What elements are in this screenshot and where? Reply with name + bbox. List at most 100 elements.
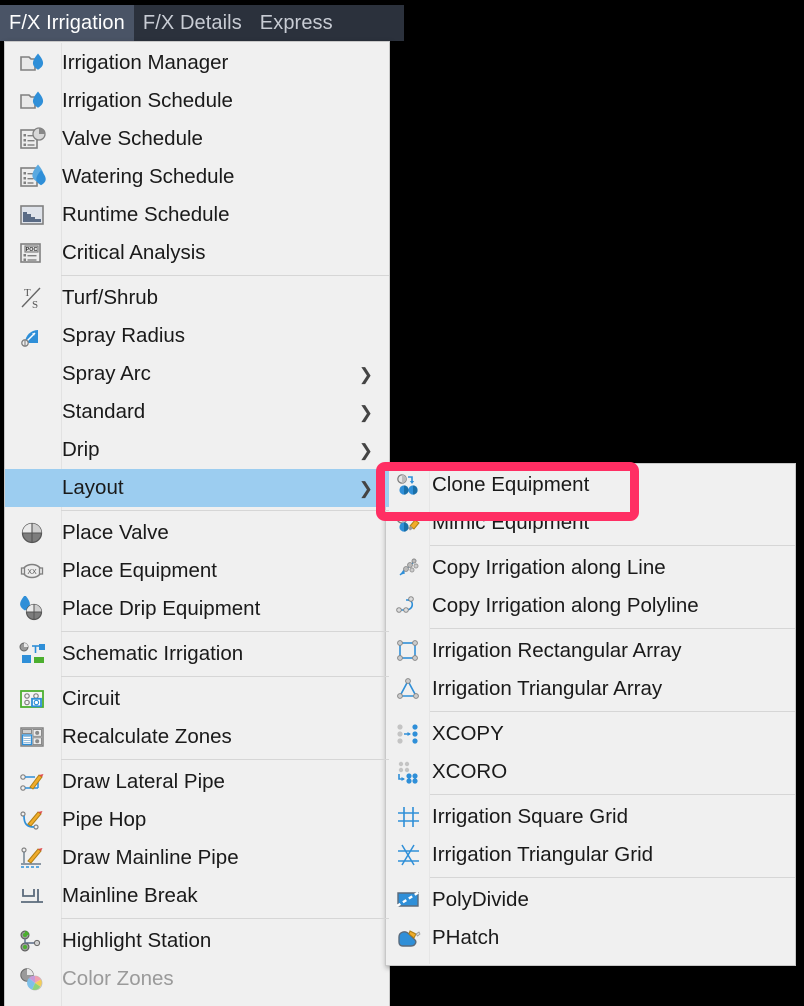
- menu-item-layout[interactable]: Layout ❯: [5, 469, 389, 507]
- menu-item-standard[interactable]: Standard ❯: [5, 393, 389, 431]
- menu-separator: [430, 711, 795, 712]
- menu-item-mainline-break[interactable]: Mainline Break: [5, 877, 389, 915]
- menu-item-pipe-hop[interactable]: Pipe Hop: [5, 801, 389, 839]
- menu-item-label: Irrigation Schedule: [62, 89, 233, 112]
- menu-item-place-equipment[interactable]: XX Place Equipment: [5, 552, 389, 590]
- menu-item-label: Place Valve: [62, 521, 169, 544]
- menu-item-label: Draw Mainline Pipe: [62, 846, 239, 869]
- rect-array-icon: [392, 635, 426, 667]
- menu-separator: [430, 628, 795, 629]
- menu-item-label: XCORO: [432, 760, 508, 783]
- menu-item-label: Valve Schedule: [62, 127, 203, 150]
- clone-equipment-icon: [392, 469, 426, 501]
- menu-separator: [61, 275, 389, 276]
- menu-item-polydivide[interactable]: PolyDivide: [386, 881, 795, 919]
- svg-text:S: S: [32, 299, 38, 311]
- menu-item-draw-mainline-pipe[interactable]: Draw Mainline Pipe: [5, 839, 389, 877]
- menu-item-critical-analysis[interactable]: POC Critical Analysis: [5, 234, 389, 272]
- xcopy-icon: [392, 718, 426, 750]
- menu-separator: [61, 510, 389, 511]
- menu-item-label: Irrigation Rectangular Array: [432, 639, 682, 662]
- circuit-icon: [13, 683, 53, 715]
- tri-grid-icon: [392, 839, 426, 871]
- chevron-right-icon: ❯: [358, 364, 373, 384]
- menu-item-label: Copy Irrigation along Polyline: [432, 594, 699, 617]
- svg-text:POC: POC: [26, 247, 38, 253]
- menu-separator: [430, 877, 795, 878]
- menu-item-schematic-irrigation[interactable]: Schematic Irrigation: [5, 635, 389, 673]
- menubar-item-f-x-details[interactable]: F/X Details: [134, 5, 251, 41]
- menu-item-label: Recalculate Zones: [62, 725, 232, 748]
- menu-item-clone-equipment[interactable]: Clone Equipment: [386, 466, 795, 504]
- mainline-pipe-icon: [13, 842, 53, 874]
- chevron-right-icon: ❯: [358, 402, 373, 422]
- menu-item-recalculate-zones[interactable]: Recalculate Zones: [5, 718, 389, 756]
- folder-drop-icon: [13, 47, 53, 79]
- menu-item-phatch[interactable]: PHatch: [386, 919, 795, 957]
- xcoro-icon: [392, 756, 426, 788]
- menu-item-copy-irrigation-along-polyline[interactable]: Copy Irrigation along Polyline: [386, 587, 795, 625]
- layout-submenu: Clone Equipment Mimic Equipment Copy Irrig…: [385, 463, 796, 966]
- menu-item-label: Runtime Schedule: [62, 203, 230, 226]
- menu-item-spray-arc[interactable]: Spray Arc ❯: [5, 355, 389, 393]
- menu-item-drip[interactable]: Drip ❯: [5, 431, 389, 469]
- menu-item-highlight-station[interactable]: Highlight Station: [5, 922, 389, 960]
- menu-bar: F/X Irrigation F/X Details Express: [0, 5, 404, 41]
- drip-valve-icon: [13, 593, 53, 625]
- menu-item-runtime-schedule[interactable]: Runtime Schedule: [5, 196, 389, 234]
- folder-drop-icon: [13, 85, 53, 117]
- menu-item-label: Irrigation Manager: [62, 51, 229, 74]
- menu-item-copy-irrigation-along-line[interactable]: Copy Irrigation along Line: [386, 549, 795, 587]
- menu-item-label: Pipe Hop: [62, 808, 147, 831]
- menu-item-irrigation-schedule[interactable]: Irrigation Schedule: [5, 82, 389, 120]
- main-menu-list: Irrigation Manager Irrigation Schedule Val…: [5, 42, 389, 1000]
- menu-item-irrigation-square-grid[interactable]: Irrigation Square Grid: [386, 798, 795, 836]
- screen-root: F/X Irrigation F/X Details Express Irrigat…: [0, 0, 804, 1006]
- menu-item-spray-radius[interactable]: Spray Radius: [5, 317, 389, 355]
- menu-item-label: PolyDivide: [432, 888, 529, 911]
- menu-separator: [61, 918, 389, 919]
- menu-item-circuit[interactable]: Circuit: [5, 680, 389, 718]
- fx-irrigation-dropdown: Irrigation Manager Irrigation Schedule Val…: [4, 41, 390, 1006]
- menu-item-turf-shrub[interactable]: T S Turf/Shrub: [5, 279, 389, 317]
- menu-item-label: Watering Schedule: [62, 165, 235, 188]
- menu-item-label: XCOPY: [432, 722, 504, 745]
- color-zones-icon: [13, 963, 53, 995]
- menu-item-irrigation-rectangular-array[interactable]: Irrigation Rectangular Array: [386, 632, 795, 670]
- menu-item-label: Color Zones: [62, 967, 174, 990]
- turf-shrub-icon: TS: [13, 282, 53, 314]
- menu-item-place-drip-equipment[interactable]: Place Drip Equipment: [5, 590, 389, 628]
- menu-item-mimic-equipment[interactable]: Mimic Equipment: [386, 504, 795, 542]
- submenu-list: Clone Equipment Mimic Equipment Copy Irrig…: [386, 464, 795, 959]
- menu-separator: [61, 759, 389, 760]
- menu-item-xcoro[interactable]: XCORO: [386, 753, 795, 791]
- menu-item-color-zones[interactable]: Color Zones: [5, 960, 389, 998]
- menu-item-irrigation-manager[interactable]: Irrigation Manager: [5, 44, 389, 82]
- menu-item-place-valve[interactable]: Place Valve: [5, 514, 389, 552]
- menu-item-draw-lateral-pipe[interactable]: Draw Lateral Pipe: [5, 763, 389, 801]
- svg-text:T: T: [24, 287, 31, 299]
- svg-text:XX: XX: [27, 569, 37, 576]
- bar-chart-icon: [13, 199, 53, 231]
- menu-item-label: Irrigation Triangular Grid: [432, 843, 654, 866]
- menu-item-label: Circuit: [62, 687, 121, 710]
- polydivide-icon: [392, 884, 426, 916]
- chevron-right-icon: ❯: [358, 478, 373, 498]
- no-icon: [13, 358, 53, 390]
- menu-item-valve-schedule[interactable]: Valve Schedule: [5, 120, 389, 158]
- pipe-hop-icon: [13, 804, 53, 836]
- copy-along-polyline-icon: [392, 590, 426, 622]
- lateral-pipe-icon: [13, 766, 53, 798]
- menu-item-label: Layout: [62, 476, 124, 499]
- menubar-item-express[interactable]: Express: [251, 5, 342, 41]
- menu-item-label: Clone Equipment: [432, 473, 590, 496]
- menubar-item-f-x-irrigation[interactable]: F/X Irrigation: [0, 5, 134, 41]
- menu-item-irrigation-triangular-array[interactable]: Irrigation Triangular Array: [386, 670, 795, 708]
- no-icon: [13, 396, 53, 428]
- menu-item-label: Draw Lateral Pipe: [62, 770, 225, 793]
- menu-item-irrigation-triangular-grid[interactable]: Irrigation Triangular Grid: [386, 836, 795, 874]
- menu-item-watering-schedule[interactable]: Watering Schedule: [5, 158, 389, 196]
- highlight-station-icon: [13, 925, 53, 957]
- menu-item-xcopy[interactable]: XCOPY: [386, 715, 795, 753]
- spray-radius-icon: [13, 320, 53, 352]
